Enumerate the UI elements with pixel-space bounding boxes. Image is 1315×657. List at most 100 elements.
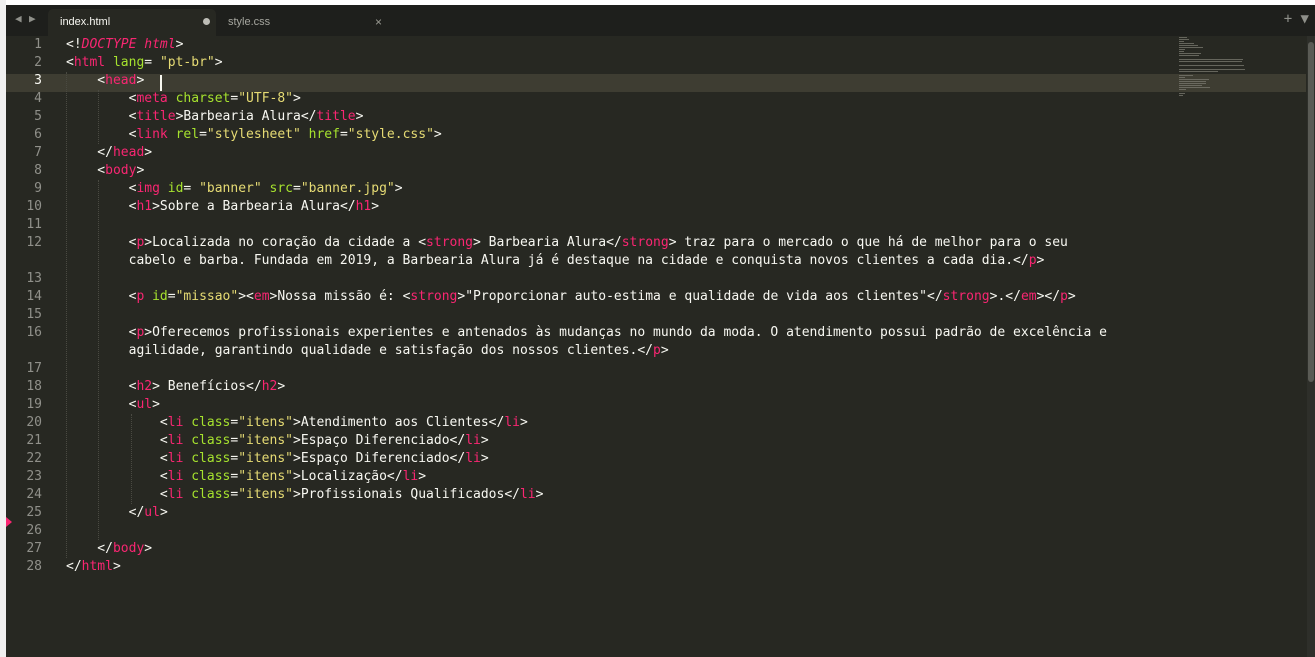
code-line[interactable] — [66, 306, 1186, 324]
code-line[interactable]: <p id="missao"><em>Nossa missão é: <stro… — [66, 288, 1186, 306]
code-token: id — [167, 181, 184, 196]
code-token: body — [105, 163, 137, 178]
line-number: 9 — [34, 181, 42, 196]
minimap-line — [1179, 89, 1186, 90]
code-token: "banner" — [199, 181, 262, 196]
tab-style-css[interactable]: style.css × — [216, 9, 386, 36]
line-number: 1 — [34, 37, 42, 52]
code-line[interactable]: agilidade, garantindo qualidade e satisf… — [66, 342, 1186, 360]
code-token: strong — [426, 235, 474, 250]
code-token: = — [183, 181, 200, 196]
code-line[interactable]: <p>Oferecemos profissionais experientes … — [66, 324, 1186, 342]
code-token: = — [167, 289, 176, 304]
code-token: href — [308, 127, 340, 142]
code-line[interactable]: <img id= "banner" src="banner.jpg"> — [66, 180, 1186, 198]
code-line[interactable]: <h2> Benefícios</h2> — [66, 378, 1186, 396]
code-token: html — [144, 37, 176, 52]
code-line[interactable] — [66, 360, 1186, 378]
code-token: > Benefícios</ — [152, 379, 262, 394]
code-token: class — [191, 433, 231, 448]
text-cursor — [160, 75, 162, 91]
minimap-line — [1179, 77, 1185, 78]
minimap[interactable] — [1179, 36, 1245, 106]
code-token: strong — [410, 289, 458, 304]
code-token: "missao" — [175, 289, 239, 304]
code-line[interactable]: <head> — [66, 72, 1186, 90]
line-number: 23 — [26, 469, 42, 484]
tab-bar: ◀ ▶ index.html style.css × + ▼ — [6, 5, 1315, 36]
code-line[interactable]: <li class="itens">Espaço Diferenciado</l… — [66, 432, 1186, 450]
code-token: head — [112, 145, 145, 160]
code-token: class — [191, 451, 231, 466]
code-line[interactable]: <ul> — [66, 396, 1186, 414]
code-line[interactable]: <title>Barbearia Alura</title> — [66, 108, 1186, 126]
line-number: 6 — [34, 127, 42, 142]
code-token: > — [394, 181, 403, 196]
code-token: </ — [66, 145, 113, 160]
code-token: img — [136, 181, 160, 196]
line-number: 19 — [26, 397, 42, 412]
code-line[interactable]: <li class="itens">Localização</li> — [66, 468, 1186, 486]
close-tab-icon[interactable]: × — [375, 15, 382, 29]
code-token: "UTF-8" — [238, 91, 294, 106]
code-line[interactable]: <link rel="stylesheet" href="style.css"> — [66, 126, 1186, 144]
new-tab-and-menu-icon[interactable]: + ▼ — [1284, 11, 1309, 27]
code-line[interactable]: <li class="itens">Espaço Diferenciado</l… — [66, 450, 1186, 468]
tab-index-html[interactable]: index.html — [48, 9, 216, 36]
minimap-line — [1179, 55, 1199, 56]
code-token: < — [66, 469, 168, 484]
code-line[interactable] — [66, 216, 1186, 234]
code-line[interactable]: <html lang= "pt-br"> — [66, 54, 1186, 72]
code-token: < — [66, 379, 137, 394]
code-editor: ◀ ▶ index.html style.css × + ▼ 123456789… — [6, 5, 1315, 657]
code-token: > — [214, 55, 223, 70]
code-token: li — [167, 415, 184, 430]
code-line[interactable] — [66, 270, 1186, 288]
code-token: "pt-br" — [159, 55, 215, 70]
code-line[interactable]: </head> — [66, 144, 1186, 162]
minimap-line — [1179, 41, 1184, 42]
code-token: p — [1060, 289, 1068, 304]
code-token: cabelo e barba. Fundada em 2019, a Barbe… — [66, 253, 1029, 268]
code-line[interactable]: <li class="itens">Atendimento aos Client… — [66, 414, 1186, 432]
code-line[interactable]: </ul> — [66, 504, 1186, 522]
code-token: h1 — [355, 199, 372, 214]
line-number-gutter[interactable]: 1 2 3 4 5 6 7 8 9 10 11 12 13 14 15 16 17 18 19 20 21 22 23 24 2… — [6, 36, 56, 576]
minimap-line — [1179, 93, 1185, 94]
code-line[interactable]: </body> — [66, 540, 1186, 558]
code-token: link — [136, 127, 168, 142]
code-line[interactable]: </html> — [66, 558, 1186, 576]
code-line[interactable]: <meta charset="UTF-8"> — [66, 90, 1186, 108]
code-token: > — [355, 109, 364, 124]
unsaved-dot-icon[interactable] — [203, 18, 210, 25]
code-token: "itens" — [238, 469, 293, 484]
vertical-scrollbar[interactable] — [1307, 36, 1315, 657]
code-line[interactable]: <p>Localizada no coração da cidade a <st… — [66, 234, 1186, 252]
line-number: 11 — [26, 217, 42, 232]
code-line[interactable]: <!DOCTYPE html> — [66, 36, 1186, 54]
code-token: > — [480, 451, 489, 466]
code-token: li — [465, 451, 481, 466]
minimap-line — [1179, 85, 1202, 86]
code-line[interactable] — [66, 522, 1186, 540]
code-token: "itens" — [238, 487, 293, 502]
minimap-line — [1179, 61, 1242, 62]
scrollbar-thumb[interactable] — [1308, 42, 1314, 382]
code-token: strong — [942, 289, 990, 304]
code-area[interactable]: <!DOCTYPE html> <html lang= "pt-br"> <hea… — [66, 36, 1186, 576]
code-token: em — [253, 289, 270, 304]
tab-back-arrow-icon[interactable]: ◀ — [15, 12, 22, 25]
line-number: 10 — [26, 199, 42, 214]
code-line[interactable]: <li class="itens">Profissionais Qualific… — [66, 486, 1186, 504]
code-token: "itens" — [238, 433, 293, 448]
code-token: > traz para o mercado o que há de melhor… — [668, 235, 1068, 250]
code-token: > — [480, 433, 489, 448]
code-line[interactable]: <h1>Sobre a Barbearia Alura</h1> — [66, 198, 1186, 216]
code-token: rel — [175, 127, 200, 142]
tab-forward-arrow-icon[interactable]: ▶ — [29, 12, 36, 25]
code-line[interactable]: <body> — [66, 162, 1186, 180]
code-line[interactable]: cabelo e barba. Fundada em 2019, a Barbe… — [66, 252, 1186, 270]
code-token: > — [418, 469, 427, 484]
code-token: meta — [136, 91, 168, 106]
